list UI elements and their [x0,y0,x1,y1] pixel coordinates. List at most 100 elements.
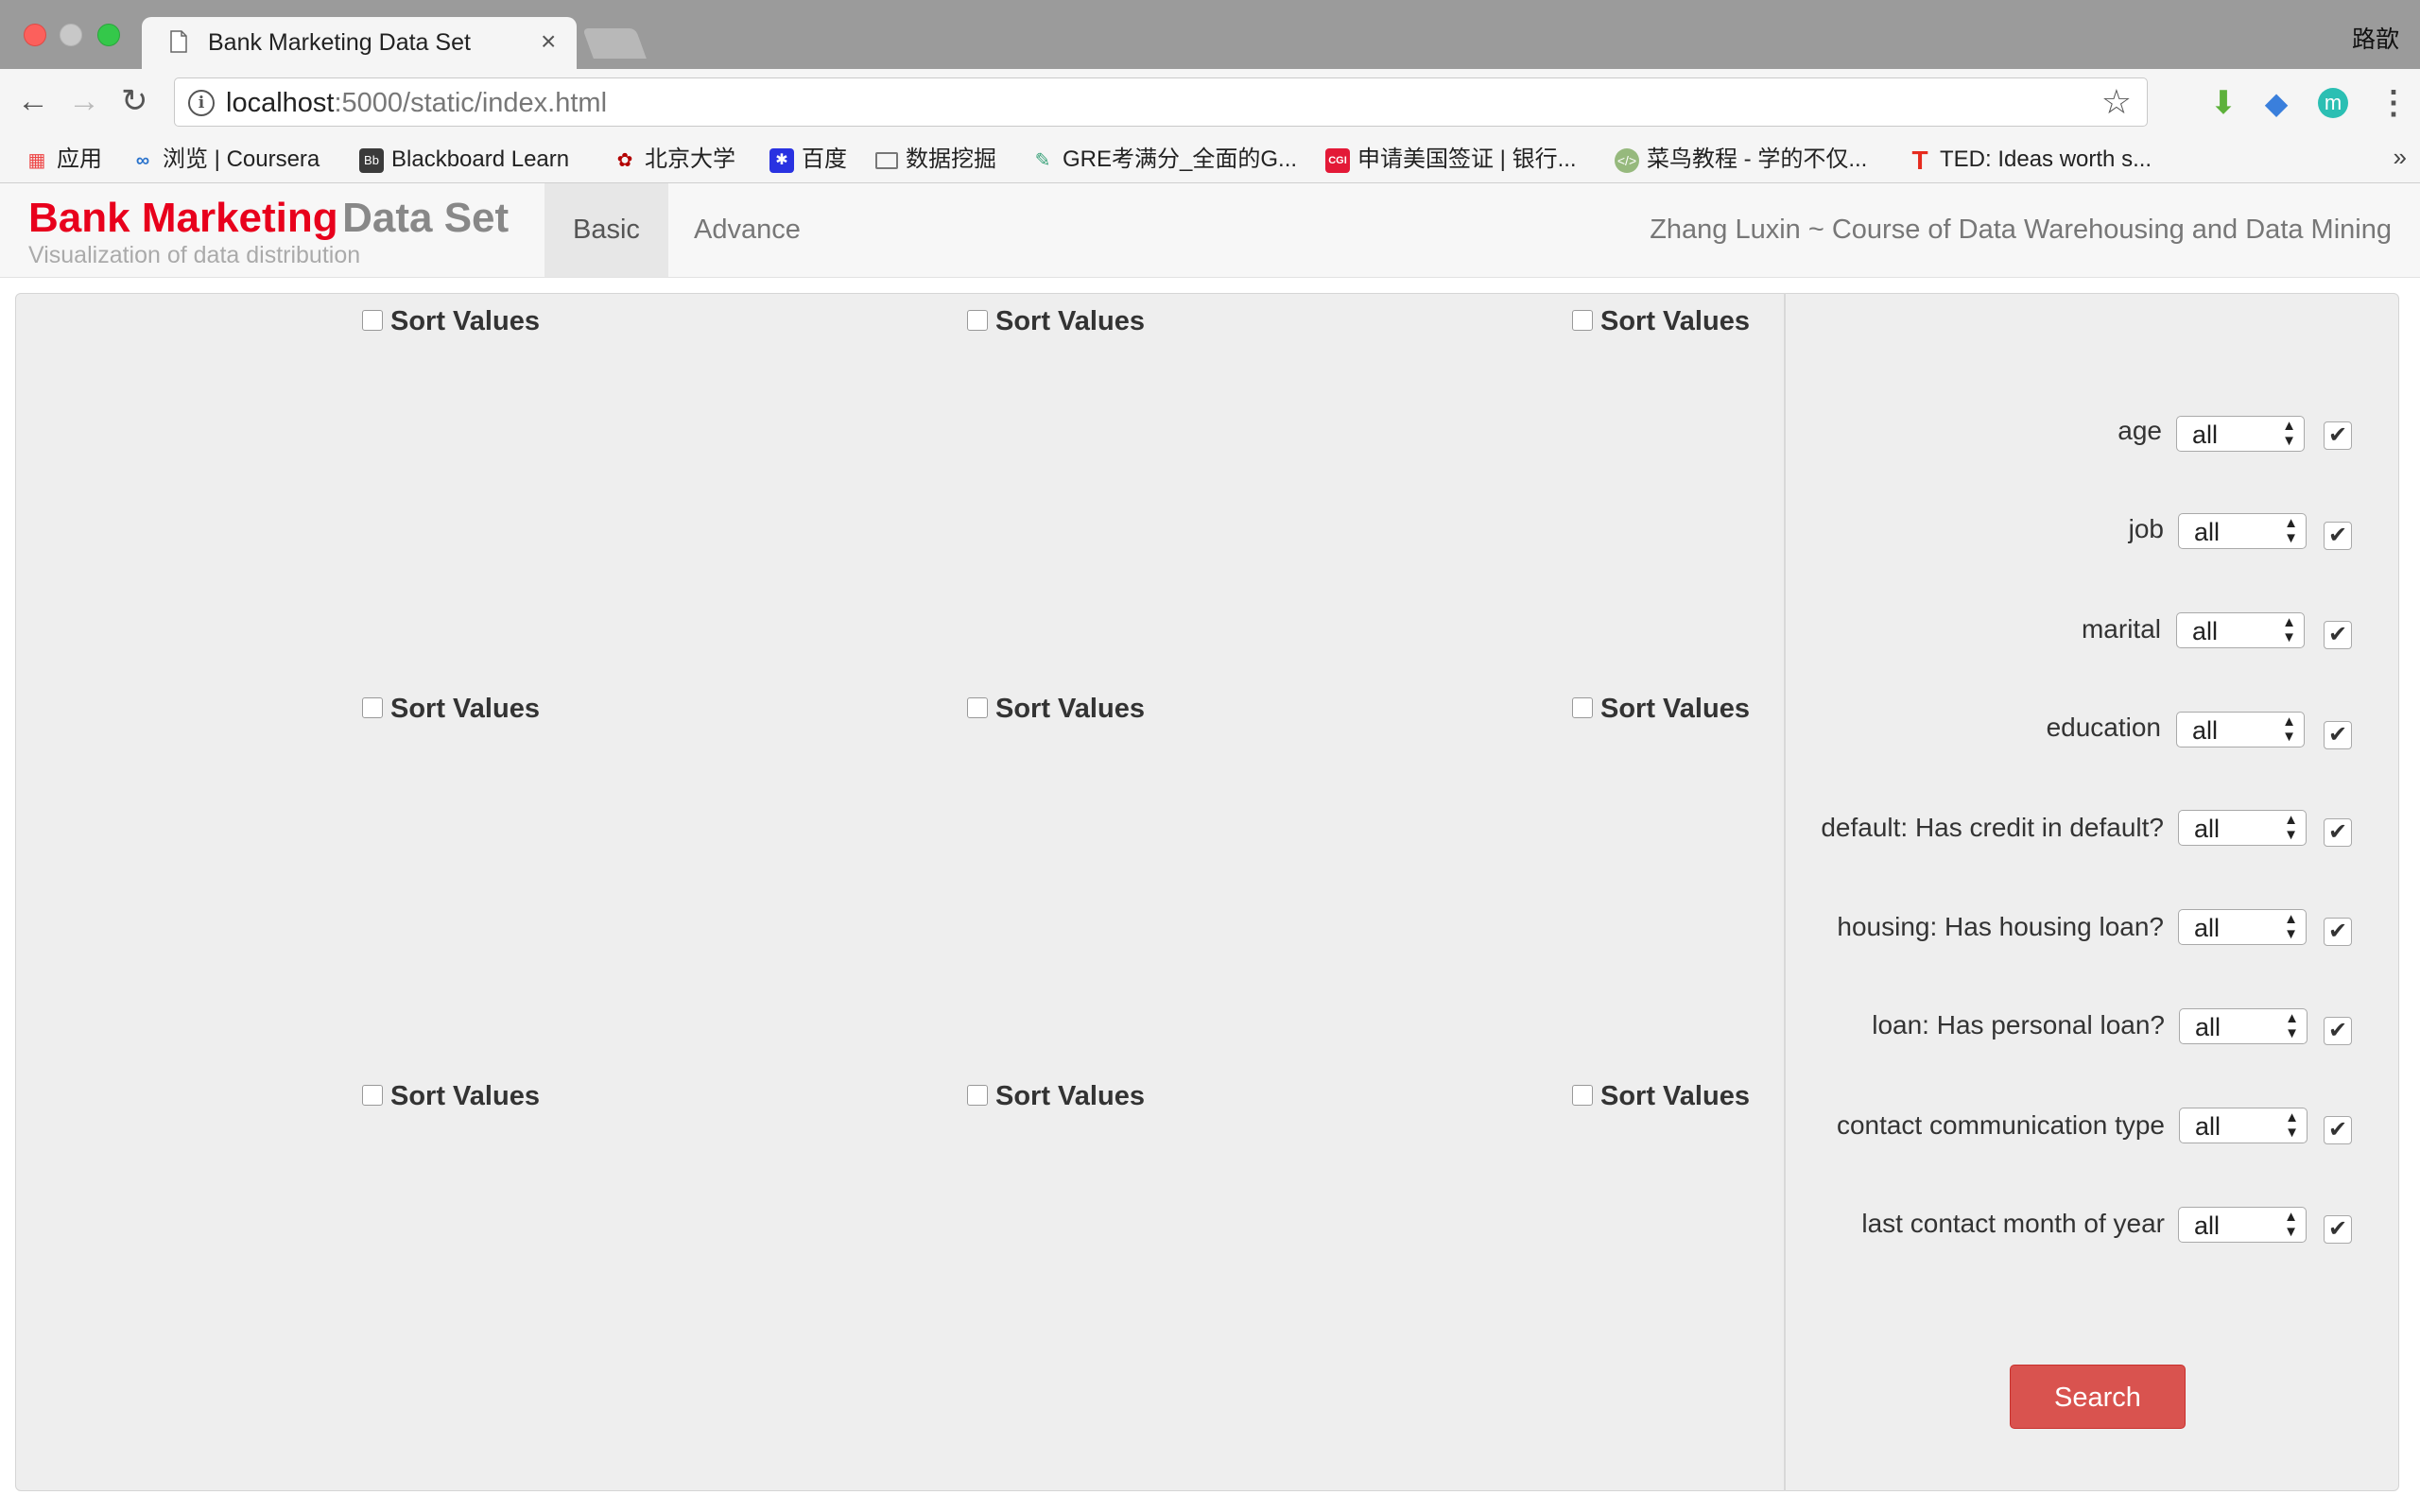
month-select[interactable]: all ▲ ▼ [2178,1207,2307,1243]
tab-close-icon[interactable]: × [541,26,556,57]
pku-icon: ✿ [616,149,633,171]
bookmark-runoob[interactable]: </> 菜鸟教程 - 学的不仅... [1615,143,1867,177]
sort-values-toggle[interactable]: Sort Values [967,304,1145,338]
education-checkbox[interactable]: ✔ [2324,721,2352,749]
browser-titlebar: Bank Marketing Data Set × 路歆 [0,0,2420,70]
panel-divider [1784,293,1786,1491]
forward-arrow-icon[interactable]: → [68,82,100,120]
m-extension-icon[interactable]: m [2318,88,2348,118]
age-select[interactable]: all ▲ ▼ [2176,416,2305,452]
bookmark-star-icon[interactable]: ☆ [2101,82,2132,122]
sort-checkbox[interactable] [362,1085,383,1107]
bookmark-kmf[interactable]: ✎ GRE考满分_全面的G... [1030,143,1297,177]
cgi-icon: CGI [1325,147,1350,173]
brand-title[interactable]: Bank Marketing Data Set [28,195,509,242]
url-host: localhost [226,88,335,118]
bookmark-blackboard[interactable]: Bb Blackboard Learn [359,143,569,177]
new-tab-button[interactable] [582,28,647,59]
url-text[interactable]: localhost:5000/static/index.html [226,88,607,119]
tab-basic[interactable]: Basic [544,183,668,277]
sort-values-toggle[interactable]: Sort Values [967,692,1145,726]
loan-select[interactable]: all ▲ ▼ [2179,1008,2308,1044]
sort-values-toggle[interactable]: Sort Values [1572,304,1750,338]
brand-title-red: Bank Marketing [28,195,338,241]
blackboard-icon: Bb [359,147,384,173]
bookmark-ted[interactable]: T TED: Ideas worth s... [1908,143,2152,177]
filter-label-default: default: Has credit in default? [1821,813,2164,842]
search-button[interactable]: Search [2010,1365,2186,1429]
sort-values-toggle[interactable]: Sort Values [1572,1079,1750,1113]
baidu-paw-icon: ✱ [769,147,794,173]
coursera-icon: ∞ [135,149,150,171]
tab-advance[interactable]: Advance [666,183,829,277]
kmf-icon: ✎ [1034,149,1051,171]
sort-values-toggle[interactable]: Sort Values [362,692,540,726]
sort-checkbox[interactable] [1572,697,1593,719]
contact-checkbox[interactable]: ✔ [2324,1116,2352,1144]
sort-values-toggle[interactable]: Sort Values [362,1079,540,1113]
sort-checkbox[interactable] [362,310,383,332]
bookmark-folder[interactable]: 数据挖掘 [875,143,996,177]
select-arrows-icon: ▲ ▼ [2284,1209,2298,1240]
sort-values-toggle[interactable]: Sort Values [1572,692,1750,726]
marital-select[interactable]: all ▲ ▼ [2176,612,2305,648]
back-arrow-icon[interactable]: ← [17,82,49,120]
close-window-button[interactable] [24,24,46,46]
default-select[interactable]: all ▲ ▼ [2178,810,2307,846]
bookmark-coursera[interactable]: ∞ 浏览 | Coursera [130,143,320,177]
info-icon[interactable]: i [188,90,215,116]
sort-checkbox[interactable] [967,1085,988,1107]
marital-checkbox[interactable]: ✔ [2324,621,2352,649]
select-arrows-icon: ▲ ▼ [2285,1010,2299,1041]
browser-tab[interactable]: Bank Marketing Data Set × [142,17,577,70]
job-select[interactable]: all ▲ ▼ [2178,513,2307,549]
browser-toolbar: ← → ↻ i localhost:5000/static/index.html… [0,69,2420,137]
filter-label-education: education [2046,713,2161,742]
sort-checkbox[interactable] [362,697,383,719]
select-arrows-icon: ▲ ▼ [2282,713,2296,745]
diamond-extension-icon[interactable]: ◆ [2261,88,2291,118]
page-navbar: Bank Marketing Data Set Visualization of… [0,183,2420,278]
brand-title-gray: Data Set [342,195,510,241]
sort-values-toggle[interactable]: Sort Values [967,1079,1145,1113]
bookmark-pku[interactable]: ✿ 北京大学 [613,143,735,177]
sort-checkbox[interactable] [967,310,988,332]
month-checkbox[interactable]: ✔ [2324,1215,2352,1244]
bookmark-visa[interactable]: CGI 申请美国签证 | 银行... [1325,143,1577,177]
sort-checkbox[interactable] [1572,1085,1593,1107]
sort-checkbox[interactable] [1572,310,1593,332]
housing-checkbox[interactable]: ✔ [2324,918,2352,946]
profile-name[interactable]: 路歆 [2352,21,2399,55]
bookmark-baidu[interactable]: ✱ 百度 [769,143,847,177]
select-arrows-icon: ▲ ▼ [2282,418,2296,449]
ted-icon: T [1911,145,1928,175]
url-path: :5000/static/index.html [334,88,608,118]
select-arrows-icon: ▲ ▼ [2282,614,2296,645]
tab-title: Bank Marketing Data Set [208,29,471,56]
download-extension-icon[interactable]: ⬇ [2208,87,2238,119]
filter-label-month: last contact month of year [1861,1209,2165,1238]
address-bar[interactable]: i localhost:5000/static/index.html ☆ [174,77,2148,127]
apps-grid-icon: ▦ [27,149,46,171]
maximize-window-button[interactable] [97,24,120,46]
main-panel [15,293,2399,1491]
age-checkbox[interactable]: ✔ [2324,421,2352,450]
minimize-window-button[interactable] [60,24,82,46]
education-select[interactable]: all ▲ ▼ [2176,712,2305,747]
course-credit: Zhang Luxin ~ Course of Data Warehousing… [1650,215,2392,245]
folder-icon [875,151,898,169]
sort-checkbox[interactable] [967,697,988,719]
contact-select[interactable]: all ▲ ▼ [2179,1108,2308,1143]
more-menu-icon[interactable]: ⋮ [2377,84,2410,122]
loan-checkbox[interactable]: ✔ [2324,1017,2352,1045]
filter-label-age: age [2118,416,2162,445]
bookmarks-more-icon[interactable]: » [2394,143,2407,172]
housing-select[interactable]: all ▲ ▼ [2178,909,2307,945]
filter-label-housing: housing: Has housing loan? [1837,912,2164,941]
job-checkbox[interactable]: ✔ [2324,522,2352,550]
bookmark-apps[interactable]: ▦ 应用 [25,143,102,177]
sort-values-toggle[interactable]: Sort Values [362,304,540,338]
reload-icon[interactable]: ↻ [121,82,148,120]
default-checkbox[interactable]: ✔ [2324,818,2352,847]
select-arrows-icon: ▲ ▼ [2284,812,2298,843]
